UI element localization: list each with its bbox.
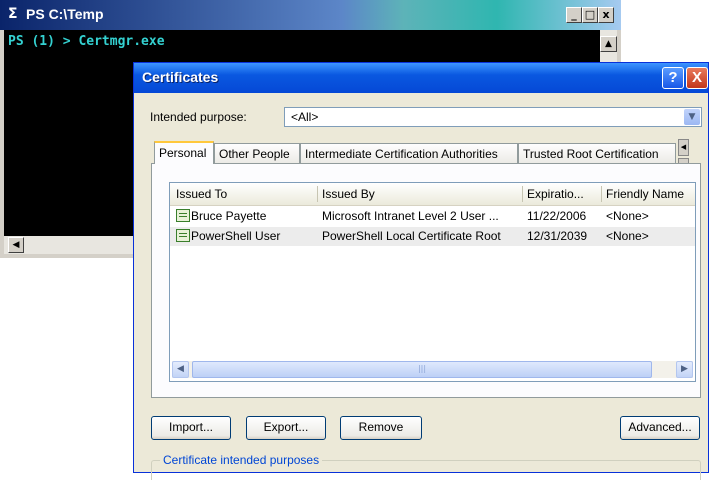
tab-intermediate-ca[interactable]: Intermediate Certification Authorities bbox=[300, 143, 518, 163]
column-friendly-name[interactable]: Friendly Name bbox=[606, 187, 694, 201]
console-prompt-line: PS (1) > Certmgr.exe bbox=[8, 34, 165, 49]
intended-purpose-select[interactable]: <All> ▼ bbox=[284, 107, 702, 127]
dialog-titlebar[interactable]: Certificates ? X bbox=[134, 63, 708, 93]
cell-expiration: 12/31/2039 bbox=[527, 229, 588, 243]
powershell-icon: Σ bbox=[8, 6, 18, 22]
cell-issued-by: Microsoft Intranet Level 2 User ... bbox=[322, 209, 499, 223]
column-expiration[interactable]: Expiratio... bbox=[527, 187, 599, 201]
scroll-left-icon[interactable]: ◀ bbox=[172, 361, 189, 378]
tab-trusted-root[interactable]: Trusted Root Certification bbox=[518, 143, 676, 163]
scroll-left-icon[interactable]: ◀ bbox=[8, 237, 24, 253]
column-divider[interactable] bbox=[601, 186, 602, 202]
column-divider[interactable] bbox=[522, 186, 523, 202]
table-row[interactable]: Bruce Payette Microsoft Intranet Level 2… bbox=[170, 207, 695, 226]
tab-panel: Issued To Issued By Expiratio... Friendl… bbox=[151, 163, 701, 398]
tab-other-people[interactable]: Other People bbox=[214, 143, 300, 163]
certificate-icon bbox=[176, 209, 190, 222]
cell-issued-to: Bruce Payette bbox=[191, 209, 267, 223]
group-label: Certificate intended purposes bbox=[160, 453, 323, 467]
scroll-right-icon[interactable]: ▶ bbox=[676, 361, 693, 378]
cell-friendly-name: <None> bbox=[606, 229, 649, 243]
import-button[interactable]: Import... bbox=[151, 416, 231, 440]
table-row[interactable]: PowerShell User PowerShell Local Certifi… bbox=[170, 227, 695, 246]
export-button[interactable]: Export... bbox=[246, 416, 326, 440]
minimize-button[interactable]: _ bbox=[566, 7, 582, 23]
cell-friendly-name: <None> bbox=[606, 209, 649, 223]
certificate-purposes-group: Certificate intended purposes bbox=[151, 453, 701, 480]
cell-issued-by: PowerShell Local Certificate Root bbox=[322, 229, 501, 243]
tab-scroll-left-icon[interactable]: ◀ bbox=[678, 139, 689, 156]
maximize-button[interactable]: □ bbox=[582, 7, 598, 23]
remove-button[interactable]: Remove bbox=[340, 416, 422, 440]
console-title: PS C:\Temp bbox=[26, 6, 104, 22]
list-header: Issued To Issued By Expiratio... Friendl… bbox=[170, 183, 695, 206]
scrollbar-thumb[interactable]: ||| bbox=[192, 361, 652, 378]
certificates-dialog: Certificates ? X Intended purpose: <All>… bbox=[133, 62, 709, 480]
intended-purpose-value: <All> bbox=[291, 110, 319, 124]
advanced-button[interactable]: Advanced... bbox=[620, 416, 700, 440]
chevron-down-icon[interactable]: ▼ bbox=[684, 109, 700, 125]
intended-purpose-label: Intended purpose: bbox=[150, 110, 247, 124]
column-issued-to[interactable]: Issued To bbox=[176, 187, 316, 201]
tab-personal[interactable]: Personal bbox=[154, 141, 214, 164]
tab-scroll-arrows[interactable]: ◀▶ bbox=[678, 139, 698, 175]
console-titlebar[interactable]: Σ PS C:\Temp _ □ x bbox=[0, 0, 621, 30]
dialog-title: Certificates bbox=[142, 69, 219, 85]
close-button[interactable]: x bbox=[598, 7, 614, 23]
column-issued-by[interactable]: Issued By bbox=[322, 187, 518, 201]
dialog-close-button[interactable]: X bbox=[686, 67, 708, 89]
column-divider[interactable] bbox=[317, 186, 318, 202]
help-button[interactable]: ? bbox=[662, 67, 684, 89]
cell-issued-to: PowerShell User bbox=[191, 229, 281, 243]
scroll-up-icon[interactable]: ▲ bbox=[600, 36, 617, 52]
certificate-icon bbox=[176, 229, 190, 242]
list-horizontal-scrollbar[interactable]: ◀ ||| ▶ bbox=[172, 361, 693, 378]
certificate-list[interactable]: Issued To Issued By Expiratio... Friendl… bbox=[169, 182, 696, 382]
cell-expiration: 11/22/2006 bbox=[527, 209, 587, 223]
